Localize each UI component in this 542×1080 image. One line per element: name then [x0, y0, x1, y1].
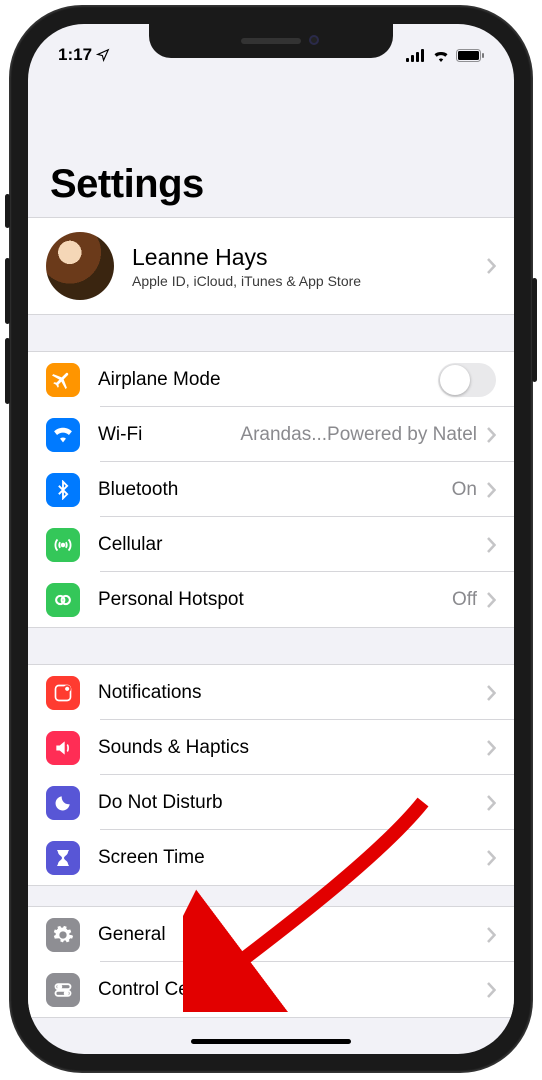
chevron-right-icon — [487, 927, 496, 943]
airplane-toggle[interactable] — [438, 363, 496, 397]
bluetooth-icon — [46, 473, 80, 507]
group-general: General Control Center — [28, 906, 514, 1018]
chevron-right-icon — [487, 982, 496, 998]
row-label: Sounds & Haptics — [98, 737, 249, 759]
status-time: 1:17 — [58, 45, 92, 65]
group-profile: Leanne Hays Apple ID, iCloud, iTunes & A… — [28, 217, 514, 315]
volume-down-button[interactable] — [5, 338, 10, 404]
wifi-icon — [46, 418, 80, 452]
general-icon — [46, 918, 80, 952]
profile-name: Leanne Hays — [132, 244, 361, 271]
row-label: Screen Time — [98, 847, 205, 869]
row-airplane-mode[interactable]: Airplane Mode — [28, 352, 514, 407]
battery-icon — [456, 49, 484, 62]
chevron-right-icon — [487, 482, 496, 498]
row-do-not-disturb[interactable]: Do Not Disturb — [28, 775, 514, 830]
chevron-right-icon — [487, 850, 496, 866]
row-label: Airplane Mode — [98, 369, 221, 391]
profile-subtitle: Apple ID, iCloud, iTunes & App Store — [132, 273, 361, 289]
cellular-icon — [46, 528, 80, 562]
row-label: Wi-Fi — [98, 424, 142, 446]
row-label: Control Center — [98, 979, 222, 1001]
speaker-grille — [241, 38, 301, 44]
row-sounds-haptics[interactable]: Sounds & Haptics — [28, 720, 514, 775]
chevron-right-icon — [487, 427, 496, 443]
volume-up-button[interactable] — [5, 258, 10, 324]
page-header: Settings — [28, 74, 514, 217]
chevron-right-icon — [487, 685, 496, 701]
notch — [149, 24, 393, 58]
front-camera — [309, 35, 319, 45]
row-value: Off — [452, 589, 477, 611]
row-label: Cellular — [98, 534, 162, 556]
sounds-icon — [46, 731, 80, 765]
row-value: Arandas...Powered by Natel — [240, 424, 477, 446]
row-general[interactable]: General — [28, 907, 514, 962]
row-label: Notifications — [98, 682, 202, 704]
row-screen-time[interactable]: Screen Time — [28, 830, 514, 885]
row-apple-id[interactable]: Leanne Hays Apple ID, iCloud, iTunes & A… — [28, 218, 514, 314]
screen: 1:17 Settings Leanne Hays Apple ID, iClo… — [28, 24, 514, 1054]
hotspot-icon — [46, 583, 80, 617]
device-frame: 1:17 Settings Leanne Hays Apple ID, iClo… — [10, 6, 532, 1072]
chevron-right-icon — [487, 537, 496, 553]
location-icon — [96, 48, 110, 62]
row-value: On — [452, 479, 477, 501]
row-wifi[interactable]: Wi-Fi Arandas...Powered by Natel — [28, 407, 514, 462]
notifications-icon — [46, 676, 80, 710]
chevron-right-icon — [487, 592, 496, 608]
chevron-right-icon — [487, 740, 496, 756]
cellular-signal-icon — [406, 49, 426, 62]
row-notifications[interactable]: Notifications — [28, 665, 514, 720]
group-connectivity: Airplane Mode Wi-Fi Arandas...Powered by… — [28, 351, 514, 628]
row-bluetooth[interactable]: Bluetooth On — [28, 462, 514, 517]
chevron-right-icon — [487, 258, 496, 274]
row-label: Do Not Disturb — [98, 792, 223, 814]
dnd-icon — [46, 786, 80, 820]
page-title: Settings — [50, 162, 492, 207]
control-center-icon — [46, 973, 80, 1007]
wifi-icon — [432, 49, 450, 62]
mute-switch[interactable] — [5, 194, 10, 228]
row-label: General — [98, 924, 166, 946]
group-notifications: Notifications Sounds & Haptics Do Not Di… — [28, 664, 514, 886]
avatar — [46, 232, 114, 300]
chevron-right-icon — [487, 795, 496, 811]
row-control-center[interactable]: Control Center — [28, 962, 514, 1017]
row-cellular[interactable]: Cellular — [28, 517, 514, 572]
home-indicator[interactable] — [191, 1039, 351, 1044]
row-personal-hotspot[interactable]: Personal Hotspot Off — [28, 572, 514, 627]
row-label: Bluetooth — [98, 479, 178, 501]
airplane-icon — [46, 363, 80, 397]
row-label: Personal Hotspot — [98, 589, 244, 611]
screentime-icon — [46, 841, 80, 875]
power-button[interactable] — [532, 278, 537, 382]
